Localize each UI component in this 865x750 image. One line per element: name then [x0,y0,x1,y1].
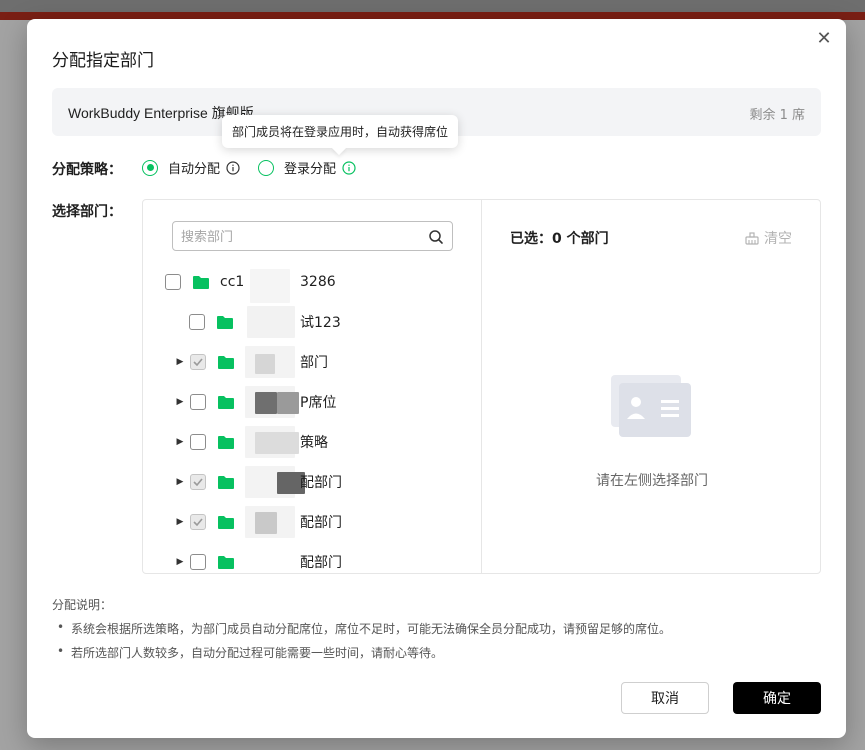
folder-icon [218,395,234,409]
expand-caret-icon[interactable]: ▶ [175,474,185,490]
checkbox[interactable] [165,274,181,290]
empty-state-icon [611,375,691,437]
folder-icon [218,555,234,569]
tree-row-label-suffix: 试123 [300,315,341,331]
expand-caret-icon[interactable]: ▶ [175,394,185,410]
clear-button-label: 清空 [764,231,792,247]
cancel-button[interactable]: 取消 [621,682,709,714]
tree-row-label-suffix: 3286 [300,274,336,290]
expand-caret-icon[interactable]: ▶ [175,554,185,570]
tree-row-label: cc1 [220,274,245,290]
notes-title: 分配说明： [52,598,113,612]
tree-row[interactable]: ▶ 策略 [175,422,475,462]
close-button[interactable]: ✕ [814,29,834,49]
note-item: 系统会根据所选策略，为部门成员自动分配席位，席位不足时，可能无法确保全员分配成功… [57,620,671,637]
radio-auto-assign-label[interactable]: 自动分配 [168,158,220,177]
tree-row-label-suffix: 配部门 [300,475,342,491]
strategy-label: 分配策略： [52,162,122,178]
folder-icon [218,435,234,449]
checkbox[interactable] [190,474,206,490]
dialog-title: 分配指定部门 [52,51,154,71]
empty-state-text: 请在左侧选择部门 [596,473,708,489]
login-assign-tooltip: 部门成员将在登录应用时，自动获得席位 [222,115,459,148]
expand-caret-icon[interactable]: ▶ [175,354,185,370]
checkbox[interactable] [189,314,205,330]
tree-row[interactable]: 试123 [189,302,475,342]
department-search [172,221,453,251]
close-icon: ✕ [816,28,832,49]
tree-row[interactable]: ▶ 配部门 [175,542,475,574]
folder-icon [217,315,233,329]
redacted-block [255,392,277,414]
folder-icon [218,475,234,489]
tree-row-label-suffix: 部门 [300,355,328,371]
assign-department-dialog: 分配指定部门 ✕ WorkBuddy Enterprise 旗舰版 剩余 1 席… [27,19,846,738]
redacted-block [255,354,275,374]
panel-divider [481,200,482,573]
tree-row[interactable]: cc1 3286 [165,262,465,303]
expand-caret-icon[interactable]: ▶ [175,514,185,530]
radio-auto-assign[interactable] [142,159,158,176]
confirm-button[interactable]: 确定 [733,682,821,714]
checkbox[interactable] [190,514,206,530]
tree-row[interactable]: ▶ 配部门 [175,502,475,542]
tree-row-label-suffix: 策略 [300,435,328,451]
radio-login-assign-label[interactable]: 登录分配 [284,158,336,177]
radio-login-assign[interactable] [258,159,275,176]
checkbox[interactable] [190,394,206,410]
tree-row[interactable]: ▶ P席位 [175,382,475,422]
department-picker: cc1 3286 试123 ▶ 部门 ▶ [142,199,821,574]
folder-icon [193,275,209,289]
checkbox[interactable] [190,434,206,450]
clear-button[interactable]: 清空 [745,228,792,248]
expand-caret-icon[interactable]: ▶ [175,434,185,450]
broom-icon [745,231,759,245]
info-icon-active[interactable] [342,160,356,175]
tree-row[interactable]: ▶ 部门 [175,342,475,382]
checkbox[interactable] [190,354,206,370]
redacted-block [247,306,295,338]
seats-remaining: 剩余 1 席 [749,108,805,123]
search-icon[interactable] [428,229,444,245]
redacted-block [277,392,299,414]
tree-row-label-suffix: P席位 [300,395,337,411]
tree-row-label-suffix: 配部门 [300,555,342,571]
folder-icon [218,355,234,369]
department-tree: cc1 3286 试123 ▶ 部门 ▶ P席位 ▶ 策略 ▶ 配部门 ▶ 配部… [165,262,475,574]
redacted-block [255,432,299,454]
folder-icon [218,515,234,529]
tree-row-label-suffix: 配部门 [300,515,342,531]
tree-row[interactable]: ▶ 配部门 [175,462,475,502]
redacted-block [255,512,277,534]
search-input[interactable] [181,227,421,247]
note-item: 若所选部门人数较多，自动分配过程可能需要一些时间，请耐心等待。 [57,644,443,661]
department-label: 选择部门： [52,204,122,220]
checkbox[interactable] [190,554,206,570]
redacted-block [250,269,290,303]
strategy-radio-group: 自动分配 登录分配 [142,158,374,177]
info-icon[interactable] [226,160,240,175]
selected-count: 已选：0 个部门 [510,231,609,247]
